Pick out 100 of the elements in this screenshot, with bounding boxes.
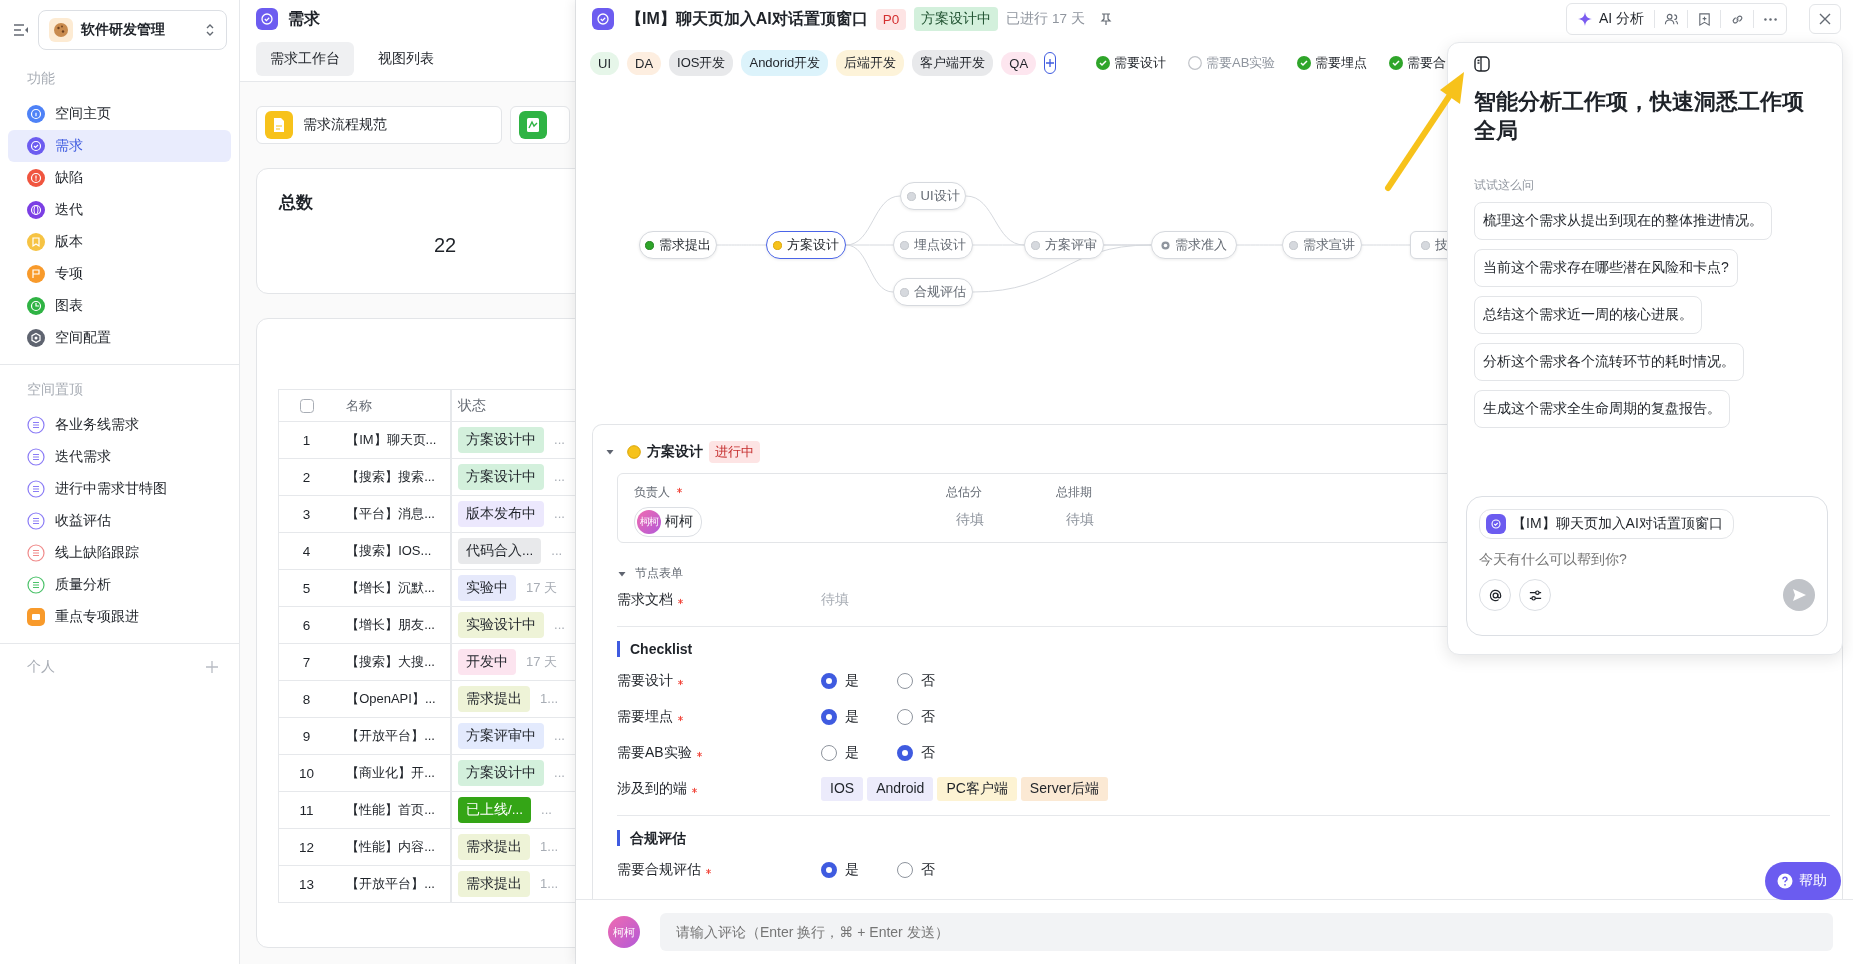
select-all-checkbox[interactable]: [299, 399, 314, 414]
radio-option[interactable]: 否: [897, 744, 935, 762]
table-cell[interactable]: 【开放平台】...: [346, 728, 435, 743]
suggestion-chip[interactable]: 梳理这个需求从提出到现在的整体推进情况。: [1474, 202, 1772, 240]
sidebar-item[interactable]: 重点专项跟进: [8, 601, 231, 633]
radio-option[interactable]: 否: [897, 708, 935, 726]
tab[interactable]: 需求工作台: [256, 42, 354, 76]
tag[interactable]: Andorid开发: [741, 50, 829, 76]
status-dot: [627, 445, 641, 459]
send-icon: [1791, 587, 1807, 603]
field-label: 需要设计: [617, 672, 673, 690]
radio-option[interactable]: 是: [821, 708, 859, 726]
stage-title: 方案设计: [647, 443, 703, 461]
tag[interactable]: IOS开发: [669, 50, 734, 76]
add-tag-button[interactable]: [1044, 52, 1057, 74]
status-tag: 实验设计中: [458, 612, 545, 638]
close-button[interactable]: [1809, 4, 1841, 34]
help-button[interactable]: 帮助: [1765, 862, 1841, 900]
tag[interactable]: 客户端开发: [912, 50, 994, 76]
sidebar-item[interactable]: 各业务线需求: [8, 409, 231, 441]
radio-option[interactable]: 否: [897, 861, 935, 879]
workspace-selector[interactable]: 软件研发管理: [38, 10, 227, 50]
sidebar-item[interactable]: 需求: [8, 130, 231, 162]
sidebar-item[interactable]: 迭代: [8, 194, 231, 226]
table-cell[interactable]: 【搜索】搜索...: [346, 469, 435, 484]
sidebar-item[interactable]: 迭代需求: [8, 441, 231, 473]
table-cell[interactable]: 【性能】内容...: [346, 839, 435, 854]
tab[interactable]: 视图列表: [364, 42, 448, 76]
flow-node[interactable]: 埋点设计: [893, 231, 973, 259]
pin-icon[interactable]: [1098, 12, 1113, 26]
status-tag[interactable]: 方案设计中: [914, 7, 999, 31]
table-cell: 1...: [540, 839, 559, 854]
suggestion-chip[interactable]: 当前这个需求存在哪些潜在风险和卡点?: [1474, 249, 1738, 287]
table-cell[interactable]: 【平台】消息...: [346, 506, 435, 521]
person-chip[interactable]: 柯柯 柯柯: [634, 507, 702, 537]
table-cell[interactable]: 【商业化】开...: [346, 765, 435, 780]
status-tag: 需求提出: [458, 834, 531, 860]
sidebar-item[interactable]: 进行中需求甘特图: [8, 473, 231, 505]
flow-node[interactable]: 方案评审: [1024, 231, 1104, 259]
table-cell: ...: [554, 506, 565, 521]
flow-node[interactable]: 需求提出: [639, 231, 717, 259]
radio-option[interactable]: 否: [897, 672, 935, 690]
more-icon: [1763, 17, 1777, 21]
flag-label: 需要埋点: [1315, 54, 1368, 72]
tag[interactable]: UI: [590, 51, 619, 75]
tag[interactable]: DA: [627, 51, 662, 75]
table-cell[interactable]: 【开放平台】...: [346, 876, 435, 891]
settings-button[interactable]: [1519, 579, 1551, 611]
sidebar-item[interactable]: 图表: [8, 290, 231, 322]
flow-node[interactable]: 技: [1410, 231, 1447, 259]
panel-title: 智能分析工作项，快速洞悉工作项全局: [1474, 88, 1805, 145]
sliders-icon: [1527, 587, 1543, 603]
panel-toggle-icon[interactable]: [1473, 55, 1491, 73]
shortcut-card[interactable]: [510, 106, 570, 144]
table-cell[interactable]: 【增长】沉默...: [346, 580, 435, 595]
radio-option[interactable]: 是: [821, 672, 859, 690]
bookmark-plus-icon: [1696, 11, 1712, 27]
table-cell[interactable]: 【搜索】大搜...: [346, 654, 435, 669]
shortcut-card[interactable]: 需求流程规范: [256, 106, 502, 144]
context-chip[interactable]: 【IM】聊天页加入AI对话置顶窗口: [1479, 509, 1734, 539]
flow-node[interactable]: UI设计: [900, 182, 966, 210]
sidebar-toggle-icon[interactable]: [12, 21, 30, 39]
field-label: 需要埋点: [617, 708, 673, 726]
sidebar-item[interactable]: 专项: [8, 258, 231, 290]
comment-field[interactable]: 请输入评论（Enter 换行，⌘ + Enter 发送）: [660, 913, 1833, 951]
table-cell[interactable]: 【OpenAPI】...: [346, 691, 436, 706]
suggestion-chip[interactable]: 总结这个需求近一周的核心进展。: [1474, 296, 1702, 334]
suggestion-chip[interactable]: 分析这个需求各个流转环节的耗时情况。: [1474, 343, 1744, 381]
tag[interactable]: QA: [1001, 51, 1037, 75]
radio-option[interactable]: 是: [821, 861, 859, 879]
flow-node[interactable]: 需求宣讲: [1282, 231, 1362, 259]
flow-node[interactable]: 合规评估: [893, 278, 973, 306]
caret-icon[interactable]: [605, 447, 615, 457]
sidebar-item[interactable]: 空间主页: [8, 98, 231, 130]
flow-node[interactable]: 方案设计: [766, 231, 846, 259]
radio-option[interactable]: 是: [821, 744, 859, 762]
status-tag: 需求提出: [458, 871, 531, 897]
field-label: 需要合规评估: [617, 861, 701, 879]
sidebar-item[interactable]: 空间配置: [8, 322, 231, 354]
avatar: 柯柯: [608, 916, 640, 948]
sidebar-item[interactable]: 缺陷: [8, 162, 231, 194]
tag: Server后端: [1020, 777, 1109, 801]
hint-label: 试试这么问: [1474, 177, 1535, 194]
table-cell[interactable]: 【IM】聊天页...: [346, 432, 437, 447]
tag[interactable]: 后端开发: [836, 50, 905, 76]
table-cell[interactable]: 【搜索】IOS...: [346, 543, 432, 558]
ai-analysis-button[interactable]: AI 分析: [1566, 4, 1654, 34]
sidebar-item[interactable]: 收益评估: [8, 505, 231, 537]
question-icon: [1777, 873, 1793, 889]
sidebar-item[interactable]: 线上缺陷跟踪: [8, 537, 231, 569]
status-tag: 代码合入...: [458, 538, 542, 564]
suggestion-chip[interactable]: 生成这个需求全生命周期的复盘报告。: [1474, 390, 1730, 428]
table-cell[interactable]: 【增长】朋友...: [346, 617, 435, 632]
stat-title: 总数: [279, 192, 314, 214]
sidebar-item[interactable]: 质量分析: [8, 569, 231, 601]
table-cell[interactable]: 【性能】首页...: [346, 802, 435, 817]
flow-node[interactable]: 需求准入: [1151, 231, 1237, 259]
mention-button[interactable]: [1479, 579, 1511, 611]
sidebar-item[interactable]: 版本: [8, 226, 231, 258]
page-title: 需求: [288, 8, 320, 29]
